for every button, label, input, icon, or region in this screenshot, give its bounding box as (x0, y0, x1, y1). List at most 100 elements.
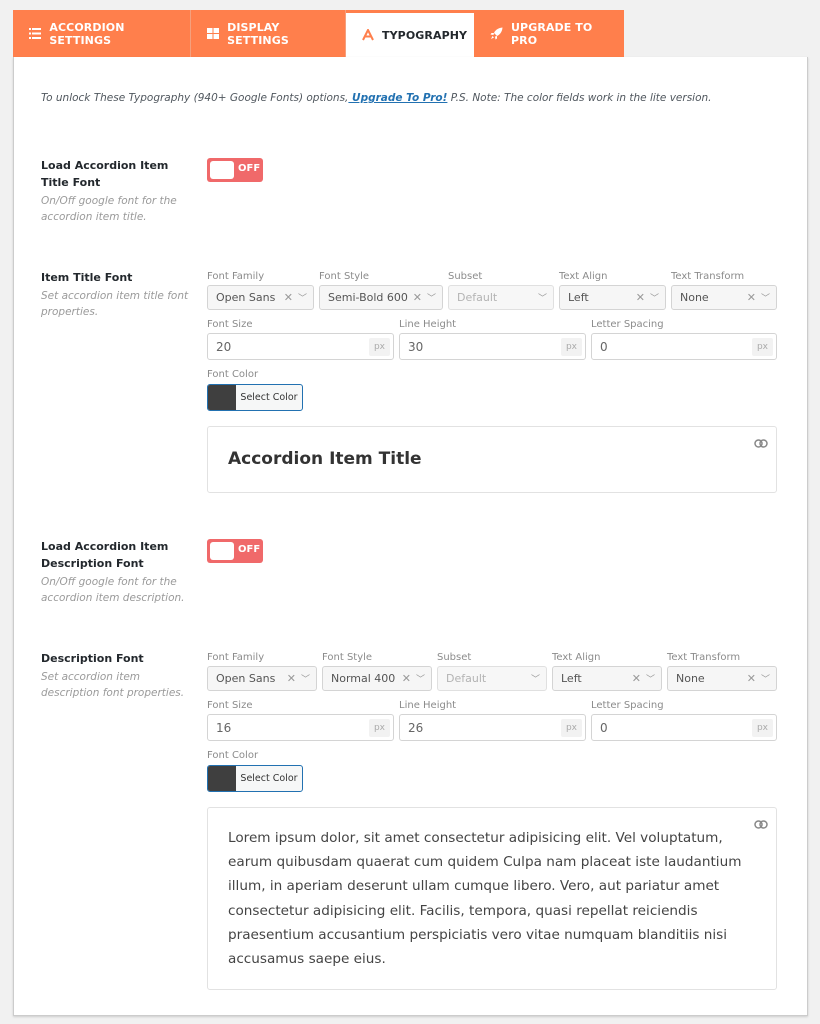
field-label: Subset (448, 271, 483, 282)
field-label: Subset (437, 652, 472, 663)
select-color-label: Select Color (240, 773, 298, 784)
title-font-toggle-label: Load Accordion Item Title Font On/Off go… (41, 157, 191, 225)
desc-line-height-input[interactable]: 26 px (399, 714, 586, 741)
desc-text-transform-select[interactable]: None ✕ ﹀ (667, 666, 777, 691)
clear-icon[interactable]: ✕ (287, 672, 296, 685)
tab-accordion-settings[interactable]: ACCORDION SETTINGS (13, 10, 191, 57)
desc-select-color-button[interactable]: Select Color (207, 765, 303, 792)
title-text-transform-select[interactable]: None ✕ ﹀ (671, 285, 777, 310)
preview-description-text: Lorem ipsum dolor, sit amet consectetur … (228, 830, 742, 968)
clear-icon[interactable]: ✕ (413, 291, 422, 304)
color-swatch (208, 385, 236, 410)
preview-title-text: Accordion Item Title (228, 449, 422, 469)
setting-description: On/Off google font for the accordion ite… (41, 195, 177, 223)
select-value: Default (457, 291, 498, 304)
field-label: Font Color (207, 750, 259, 761)
tab-label: UPGRADE TO PRO (511, 20, 593, 47)
setting-title: Item Title Font (41, 271, 133, 284)
tab-bar: ACCORDION SETTINGS DISPLAY SETTINGS TYPO… (13, 10, 624, 57)
select-value: Normal 400 (331, 672, 396, 685)
clear-icon[interactable]: ✕ (747, 291, 756, 304)
title-letter-spacing-input[interactable]: 0 px (591, 333, 777, 360)
description-font-label: Description Font Set accordion item desc… (41, 650, 191, 701)
field-label: Font Style (319, 271, 370, 282)
toggle-knob (210, 161, 234, 179)
setting-description: Set accordion item title font properties… (41, 290, 189, 318)
chevron-down-icon: ﹀ (426, 294, 436, 304)
chevron-down-icon: ﹀ (415, 675, 425, 685)
desc-subset-select[interactable]: Default ﹀ (437, 666, 547, 691)
title-font-family-field: Font Family Open Sans ✕ ﹀ (207, 271, 314, 310)
title-font-style-select[interactable]: Semi-Bold 600 ✕ ﹀ (319, 285, 443, 310)
chevron-down-icon: ﹀ (760, 294, 770, 304)
title-line-height-field: Line Height 30 px (399, 319, 586, 360)
tab-upgrade-to-pro[interactable]: UPGRADE TO PRO (474, 10, 624, 57)
item-title-font-label: Item Title Font Set accordion item title… (41, 269, 191, 320)
title-font-color-label: Font Color (207, 369, 258, 383)
clear-icon[interactable]: ✕ (636, 291, 645, 304)
select-value: Open Sans (216, 291, 276, 304)
chevron-down-icon: ﹀ (760, 675, 770, 685)
unit-label: px (368, 337, 390, 356)
title-line-height-input[interactable]: 30 px (399, 333, 586, 360)
title-font-family-select[interactable]: Open Sans ✕ ﹀ (207, 285, 314, 310)
title-letter-spacing-field: Letter Spacing 0 px (591, 319, 777, 360)
field-label: Font Size (207, 700, 253, 711)
field-label: Text Transform (671, 271, 745, 282)
clear-icon[interactable]: ✕ (284, 291, 293, 304)
toggle-preview-icon[interactable] (754, 814, 768, 829)
title-select-color-button[interactable]: Select Color (207, 384, 303, 411)
title-font-style-field: Font Style Semi-Bold 600 ✕ ﹀ (319, 271, 443, 310)
title-text-transform-field: Text Transform None ✕ ﹀ (671, 271, 777, 310)
title-font-size-input[interactable]: 20 px (207, 333, 394, 360)
tab-display-settings[interactable]: DISPLAY SETTINGS (191, 10, 346, 57)
select-value: Default (446, 672, 487, 685)
title-text-align-field: Text Align Left ✕ ﹀ (559, 271, 666, 310)
field-label: Text Align (559, 271, 608, 282)
clear-icon[interactable]: ✕ (747, 672, 756, 685)
desc-letter-spacing-input[interactable]: 0 px (591, 714, 777, 741)
clear-icon[interactable]: ✕ (632, 672, 641, 685)
desc-text-align-select[interactable]: Left ✕ ﹀ (552, 666, 662, 691)
toggle-knob (210, 542, 234, 560)
tab-typography[interactable]: TYPOGRAPHY (346, 10, 474, 57)
rocket-icon (490, 27, 503, 41)
input-value: 0 (600, 720, 608, 735)
clear-icon[interactable]: ✕ (402, 672, 411, 685)
upgrade-link[interactable]: Upgrade To Pro! (348, 92, 447, 104)
select-color-label: Select Color (240, 392, 298, 403)
desc-font-family-field: Font Family Open Sans ✕ ﹀ (207, 652, 317, 691)
title-subset-select[interactable]: Default ﹀ (448, 285, 554, 310)
setting-title: Description Font (41, 652, 144, 665)
toggle-preview-icon[interactable] (754, 433, 768, 448)
toggle-state: OFF (238, 544, 261, 555)
desc-line-height-field: Line Height 26 px (399, 700, 586, 741)
field-label: Font Family (207, 271, 265, 282)
desc-font-color-label: Font Color (207, 750, 258, 764)
field-label: Font Size (207, 319, 253, 330)
title-text-align-select[interactable]: Left ✕ ﹀ (559, 285, 666, 310)
select-value: Semi-Bold 600 (328, 291, 408, 304)
input-value: 0 (600, 339, 608, 354)
upgrade-notice: To unlock These Typography (940+ Google … (41, 92, 712, 104)
desc-font-style-select[interactable]: Normal 400 ✕ ﹀ (322, 666, 432, 691)
title-font-preview: Accordion Item Title (207, 426, 777, 493)
field-label: Text Transform (667, 652, 741, 663)
desc-font-family-select[interactable]: Open Sans ✕ ﹀ (207, 666, 317, 691)
desc-font-size-input[interactable]: 16 px (207, 714, 394, 741)
unit-label: px (751, 337, 773, 356)
input-value: 16 (216, 720, 232, 735)
unit-label: px (560, 718, 582, 737)
tab-label: DISPLAY SETTINGS (227, 20, 289, 47)
tab-label: ACCORDION SETTINGS (49, 20, 125, 47)
field-label: Font Style (322, 652, 373, 663)
title-font-toggle[interactable]: OFF (207, 158, 263, 182)
desc-font-toggle-label: Load Accordion Item Description Font On/… (41, 538, 191, 606)
field-label: Line Height (399, 319, 457, 330)
chevron-down-icon: ﹀ (297, 294, 307, 304)
chevron-down-icon: ﹀ (645, 675, 655, 685)
input-value: 20 (216, 339, 232, 354)
field-label: Letter Spacing (591, 700, 664, 711)
input-value: 26 (408, 720, 424, 735)
desc-font-toggle[interactable]: OFF (207, 539, 263, 563)
